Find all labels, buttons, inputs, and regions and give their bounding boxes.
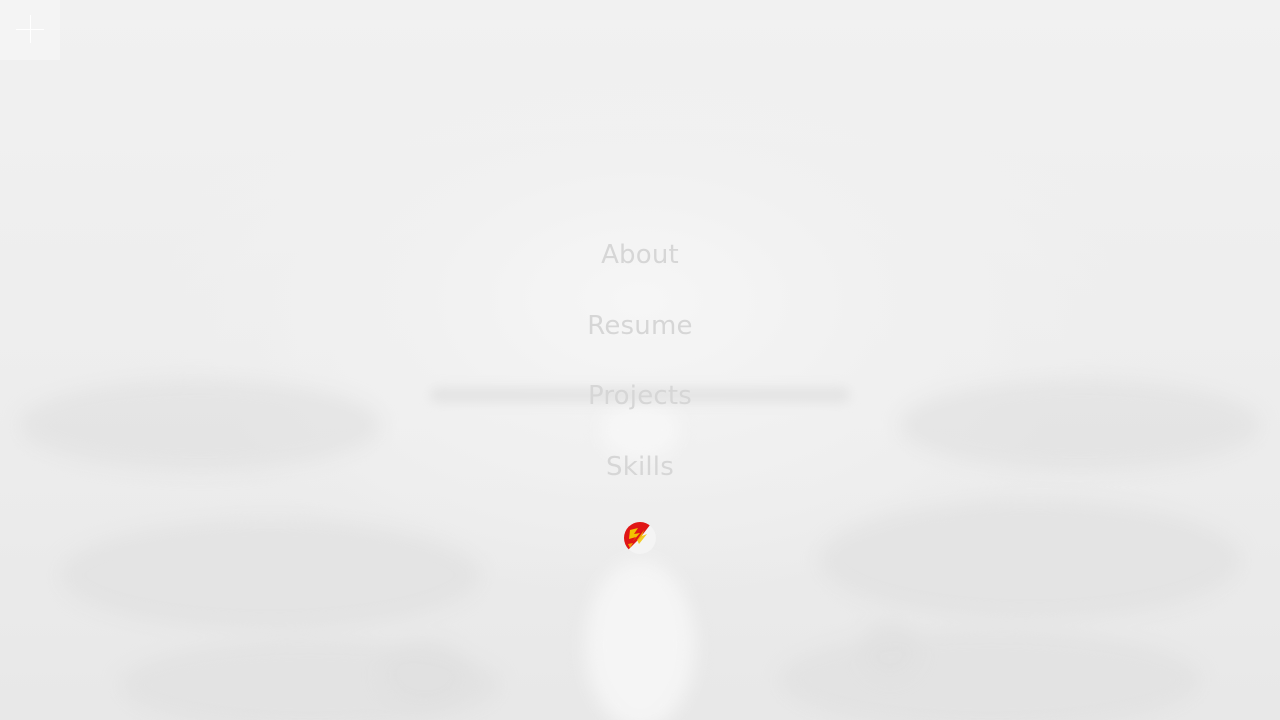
nav-item-projects[interactable]: Projects [440, 361, 840, 432]
nav-item-about[interactable]: About [440, 220, 840, 291]
nav-item-skills[interactable]: Skills [440, 432, 840, 503]
menu-toggle-button[interactable] [0, 0, 60, 60]
nav-item-resume[interactable]: Resume [440, 291, 840, 362]
red-yellow-emblem-icon [624, 522, 656, 554]
site-logo[interactable] [624, 522, 656, 554]
main-navigation: About Resume Projects Skills [440, 220, 840, 502]
